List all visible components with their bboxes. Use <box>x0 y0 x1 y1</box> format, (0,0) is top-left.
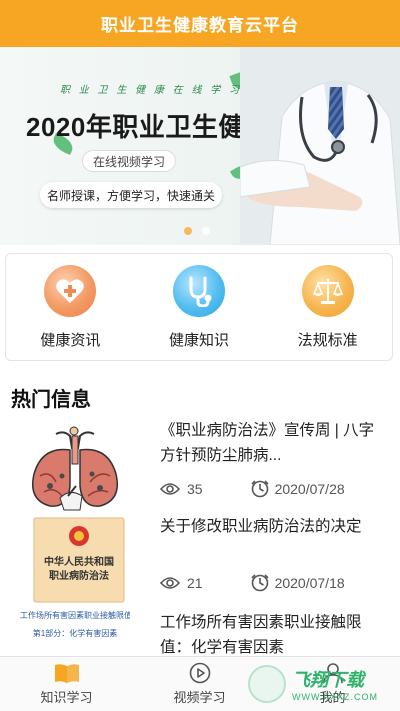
section-title-hot-news: 热门信息 <box>11 389 91 411</box>
category-health-knowledge[interactable]: 健康知识 <box>144 264 254 350</box>
news-item[interactable]: 工作场所有害因素职业接触限值 第1部分：化学有害因素 工作场所有害因素职业接触限… <box>0 608 400 656</box>
news-item[interactable]: 《职业病防治法》宣传周 | 八字方针预防尘肺病... 35 2020/07/28 <box>0 418 400 512</box>
book-cover-line1: 中华人民共和国 <box>44 557 114 568</box>
play-icon <box>189 662 210 684</box>
tab-knowledge-learning[interactable]: 知识学习 <box>0 657 133 711</box>
watermark-url: WWW.FXXZ.COM <box>292 692 378 702</box>
news-title: 工作场所有害因素职业接触限值：化学有害因素 <box>160 614 362 656</box>
doc-line1: 工作场所有害因素职业接触限值 <box>20 611 130 620</box>
view-count: 35 <box>187 481 203 497</box>
category-health-news[interactable]: 健康资讯 <box>15 264 125 350</box>
banner-slogan: 名师授课，方便学习，快速通关 <box>40 182 222 208</box>
category-regulations[interactable]: 法规标准 <box>273 264 383 350</box>
scales-icon <box>301 264 354 317</box>
banner-carousel[interactable]: 职 业 卫 生 健 康 在 线 学 习 平 台 2020年职业卫生健康 在线视频… <box>0 47 400 245</box>
book-cover-line2: 职业病防治法 <box>49 571 109 582</box>
watermark-text: 飞翔下载 <box>292 670 364 690</box>
view-count: 21 <box>187 575 203 591</box>
category-label: 健康资讯 <box>40 331 101 349</box>
page-title: 职业卫生健康教育云平台 <box>101 16 299 35</box>
carousel-dot[interactable] <box>202 227 210 235</box>
news-thumbnail-standard-doc: 工作场所有害因素职业接触限值 第1部分：化学有害因素 <box>20 608 130 656</box>
eye-icon <box>160 577 180 589</box>
news-title: 《职业病防治法》宣传周 | 八字方针预防尘肺病... <box>160 422 375 464</box>
publish-date: 2020/07/18 <box>274 575 345 591</box>
tab-label: 知识学习 <box>40 690 93 705</box>
doctor-illustration <box>240 47 400 245</box>
eye-icon <box>160 483 180 495</box>
news-meta: 35 2020/07/28 <box>160 480 382 498</box>
news-title: 关于修改职业病防治法的决定 <box>160 518 362 535</box>
tab-label: 视频学习 <box>173 690 226 705</box>
carousel-dot-active[interactable] <box>184 227 192 235</box>
banner-title: 2020年职业卫生健康 <box>26 112 272 142</box>
stethoscope-icon <box>172 264 225 317</box>
heart-plus-icon <box>44 264 97 317</box>
tab-video-learning[interactable]: 视频学习 <box>133 657 266 711</box>
app-header: 职业卫生健康教育云平台 <box>0 0 400 47</box>
news-thumbnail-lungs <box>20 426 130 512</box>
news-meta: 21 2020/07/18 <box>160 574 382 592</box>
carousel-indicator <box>184 227 210 235</box>
category-grid: 健康资讯 健康知识 法规标准 <box>5 253 393 361</box>
doc-line2: 第1部分：化学有害因素 <box>32 629 118 638</box>
clock-icon <box>251 480 269 498</box>
news-thumbnail-law-book: 中华人民共和国 职业病防治法 <box>20 516 130 604</box>
clock-icon <box>251 574 269 592</box>
news-item[interactable]: 中华人民共和国 职业病防治法 关于修改职业病防治法的决定 21 2020/07/… <box>0 512 400 608</box>
category-label: 健康知识 <box>168 331 229 349</box>
site-watermark: 飞翔下载 WWW.FXXZ.COM <box>248 662 398 706</box>
publish-date: 2020/07/28 <box>274 481 345 497</box>
book-icon <box>54 664 79 683</box>
category-label: 法规标准 <box>297 331 358 349</box>
watermark-logo-icon <box>248 665 286 703</box>
banner-subtitle-pill: 在线视频学习 <box>82 150 176 172</box>
